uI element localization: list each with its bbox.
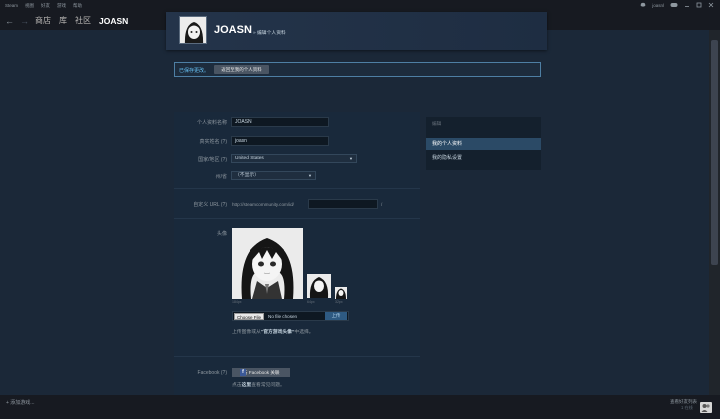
real-name-input[interactable]: joasn	[231, 136, 329, 146]
menu-friends[interactable]: 好友	[41, 3, 50, 9]
divider	[174, 188, 420, 189]
facebook-hint-suffix: 查看常见问题。	[251, 383, 285, 388]
scrollbar[interactable]	[709, 30, 720, 395]
nav-username[interactable]: JOASN	[99, 16, 128, 26]
profile-avatar	[179, 16, 207, 44]
maximize-icon[interactable]	[696, 2, 702, 8]
nav-library[interactable]: 库	[59, 15, 67, 26]
profile-name-input[interactable]: JOASN	[231, 117, 329, 127]
choose-file-button[interactable]: Choose File	[234, 313, 265, 320]
custom-url-prefix: http://steamcommunity.com/id/	[232, 202, 294, 207]
account-name[interactable]: joasnl	[652, 3, 664, 8]
avatar-preview-large	[232, 228, 303, 299]
avatar-image	[307, 274, 331, 298]
notification-icon[interactable]	[640, 2, 646, 8]
profile-subtitle: » 编辑个人资料	[253, 31, 286, 36]
avatar-preview-small	[335, 287, 347, 299]
save-notice-text: 已保存更改。	[179, 68, 210, 74]
facebook-hint-prefix: 点击	[232, 383, 242, 388]
state-label: 州/省	[215, 174, 227, 180]
nav-store[interactable]: 商店	[35, 15, 51, 26]
avatar-preview-medium	[307, 274, 331, 298]
profile-name-label: 个人资料名称	[196, 120, 227, 126]
bottom-bar	[0, 395, 720, 419]
avatar-size-small: 32px	[335, 300, 343, 304]
friends-icon[interactable]	[700, 402, 712, 413]
chevron-down-icon: ▼	[308, 173, 312, 178]
close-icon[interactable]	[708, 2, 714, 8]
custom-url-label: 自定义 URL (?)	[193, 202, 227, 208]
controller-icon[interactable]	[670, 2, 678, 8]
divider	[174, 356, 420, 357]
no-file-text: No file chosen	[268, 314, 298, 319]
avatar-image	[180, 17, 206, 43]
back-arrow-icon[interactable]: ←	[5, 16, 14, 26]
profile-name: JOASN	[214, 24, 252, 36]
custom-url-suffix: /	[381, 202, 383, 207]
minimize-icon[interactable]	[684, 2, 690, 8]
upload-button[interactable]: 上传	[325, 312, 347, 320]
country-value: United States	[235, 156, 264, 161]
state-select[interactable]: （不显示） ▼	[231, 171, 316, 180]
country-select[interactable]: United States ▼	[231, 154, 357, 163]
avatar-image	[335, 287, 347, 299]
side-nav-my-profile[interactable]: 我的个人资料	[426, 138, 541, 150]
custom-url-input[interactable]	[308, 199, 378, 209]
facebook-label: Facebook (?)	[197, 370, 227, 376]
facebook-faq-link[interactable]: 这里	[242, 383, 252, 388]
menu-help[interactable]: 帮助	[73, 3, 82, 9]
official-avatars-link[interactable]: “官方游戏头像”	[261, 330, 295, 335]
side-nav-title: 编辑	[432, 121, 442, 126]
real-name-label: 真实姓名 (?)	[199, 139, 227, 145]
facebook-icon: f	[240, 369, 246, 376]
avatar-label: 头像	[216, 231, 227, 237]
divider	[174, 218, 420, 219]
chevron-down-icon: ▼	[349, 156, 353, 161]
scrollbar-thumb[interactable]	[711, 40, 718, 265]
forward-arrow-icon[interactable]: →	[20, 16, 29, 26]
avatar-hint-suffix: 中选择。	[294, 330, 314, 335]
nav-community[interactable]: 社区	[75, 15, 91, 26]
avatar-size-large: 184px	[232, 300, 242, 304]
side-nav-privacy-settings[interactable]: 我的隐私设置	[426, 152, 541, 164]
facebook-hint: 点击这里查看常见问题。	[232, 381, 285, 388]
menu-steam[interactable]: Steam	[5, 3, 18, 8]
menu-view[interactable]: 视图	[25, 3, 34, 9]
avatar-image	[232, 228, 303, 299]
menu-bar: Steam 视图 好友 游戏 帮助 joasnl	[0, 0, 720, 11]
country-label: 国家/地区 (?)	[198, 157, 227, 163]
avatar-hint: 上传图像或从“官方游戏头像”中选择。	[232, 328, 314, 335]
menu-games[interactable]: 游戏	[57, 3, 66, 9]
people-icon	[701, 404, 710, 412]
online-count: 1 在线	[681, 405, 693, 410]
avatar-hint-prefix: 上传图像或从	[232, 330, 261, 335]
return-to-profile-button[interactable]: 返回至我的个人资料	[214, 65, 269, 74]
avatar-size-medium: 64px	[307, 300, 315, 304]
add-game-button[interactable]: + 添加游戏...	[6, 399, 34, 406]
state-value: （不显示）	[235, 173, 259, 178]
window-controls: joasnl	[640, 2, 714, 8]
